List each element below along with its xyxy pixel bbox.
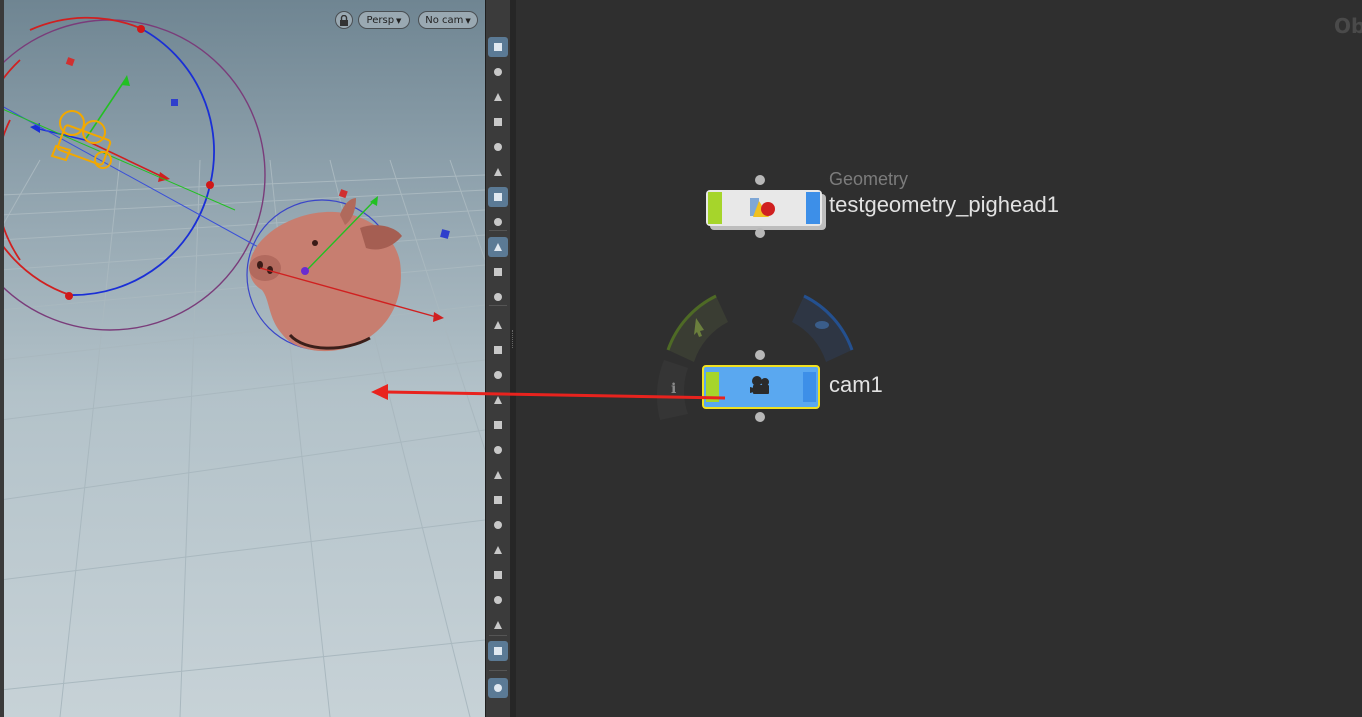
normals-icon[interactable] xyxy=(488,365,508,385)
template-icon[interactable] xyxy=(488,615,508,635)
node-render-flag[interactable] xyxy=(806,192,820,224)
network-editor[interactable]: Ob Geometry testgeometry_pighead1 i cam1 xyxy=(516,0,1362,717)
node-name-label[interactable]: cam1 xyxy=(829,372,883,398)
node-input-connector[interactable] xyxy=(755,350,765,360)
eye-icon xyxy=(815,321,829,329)
view-menu-button[interactable]: Persp ▼ xyxy=(358,11,410,29)
light-icon[interactable] xyxy=(488,162,508,182)
point-normals-icon[interactable] xyxy=(488,340,508,360)
viewport-display-toolbar xyxy=(485,0,511,717)
viewport-scene[interactable] xyxy=(0,0,485,717)
node-render-flag[interactable] xyxy=(803,372,816,402)
prim-normals-icon[interactable] xyxy=(488,415,508,435)
pivot-icon[interactable] xyxy=(488,590,508,610)
shading-icon[interactable] xyxy=(488,137,508,157)
camera-menu-label: No cam xyxy=(425,15,464,26)
viewport-left-border xyxy=(0,0,4,717)
node-output-connector[interactable] xyxy=(755,228,765,238)
node-type-label: Geometry xyxy=(829,169,909,189)
toolbar-separator xyxy=(489,635,507,636)
headlight-icon[interactable] xyxy=(488,187,508,207)
node-display-flag[interactable] xyxy=(706,372,719,402)
lock-view-icon[interactable] xyxy=(488,87,508,107)
backface-icon[interactable] xyxy=(488,490,508,510)
display-light-icon[interactable] xyxy=(488,212,508,232)
background-image-icon[interactable] xyxy=(488,641,508,661)
dropdown-caret-icon: ▼ xyxy=(396,17,402,25)
camera-node[interactable] xyxy=(702,365,820,409)
lock-camera-button[interactable] xyxy=(335,11,353,29)
lock-icon xyxy=(340,14,348,26)
camera-icon xyxy=(750,376,769,394)
node-output-connector[interactable] xyxy=(755,412,765,422)
uv-icon[interactable] xyxy=(488,515,508,535)
geometry-node[interactable] xyxy=(706,190,822,226)
view-menu-label: Persp xyxy=(366,15,395,26)
camera-menu-button[interactable]: No cam ▼ xyxy=(418,11,478,29)
pig-head-model[interactable] xyxy=(246,189,450,352)
node-input-connector[interactable] xyxy=(755,175,765,185)
network-context-label: Ob xyxy=(1334,14,1362,38)
prim-numbers-icon[interactable] xyxy=(488,440,508,460)
group-icon[interactable] xyxy=(488,565,508,585)
node-name-label[interactable]: testgeometry_pighead1 xyxy=(829,192,1059,218)
geometry-icon xyxy=(750,198,775,217)
visualizers-icon[interactable] xyxy=(488,62,508,82)
ground-grid xyxy=(0,159,485,717)
scene-viewport[interactable]: Persp ▼ No cam ▼ xyxy=(0,0,485,717)
snap-icon[interactable] xyxy=(488,678,508,698)
toolbar-separator xyxy=(489,670,507,671)
node-display-flag[interactable] xyxy=(708,192,722,224)
eye-visibility-icon[interactable] xyxy=(488,262,508,282)
texture-icon[interactable] xyxy=(488,287,508,307)
info-icon: i xyxy=(671,381,676,397)
edge-icon[interactable] xyxy=(488,465,508,485)
point-icon[interactable] xyxy=(488,315,508,335)
layers-icon[interactable] xyxy=(488,540,508,560)
dropdown-caret-icon: ▼ xyxy=(465,17,471,25)
ghost-icon[interactable] xyxy=(488,112,508,132)
display-options-icon[interactable] xyxy=(488,37,508,57)
point-numbers-icon[interactable] xyxy=(488,390,508,410)
splitter-grip-icon xyxy=(512,330,515,348)
camera-view-icon[interactable] xyxy=(488,237,508,257)
